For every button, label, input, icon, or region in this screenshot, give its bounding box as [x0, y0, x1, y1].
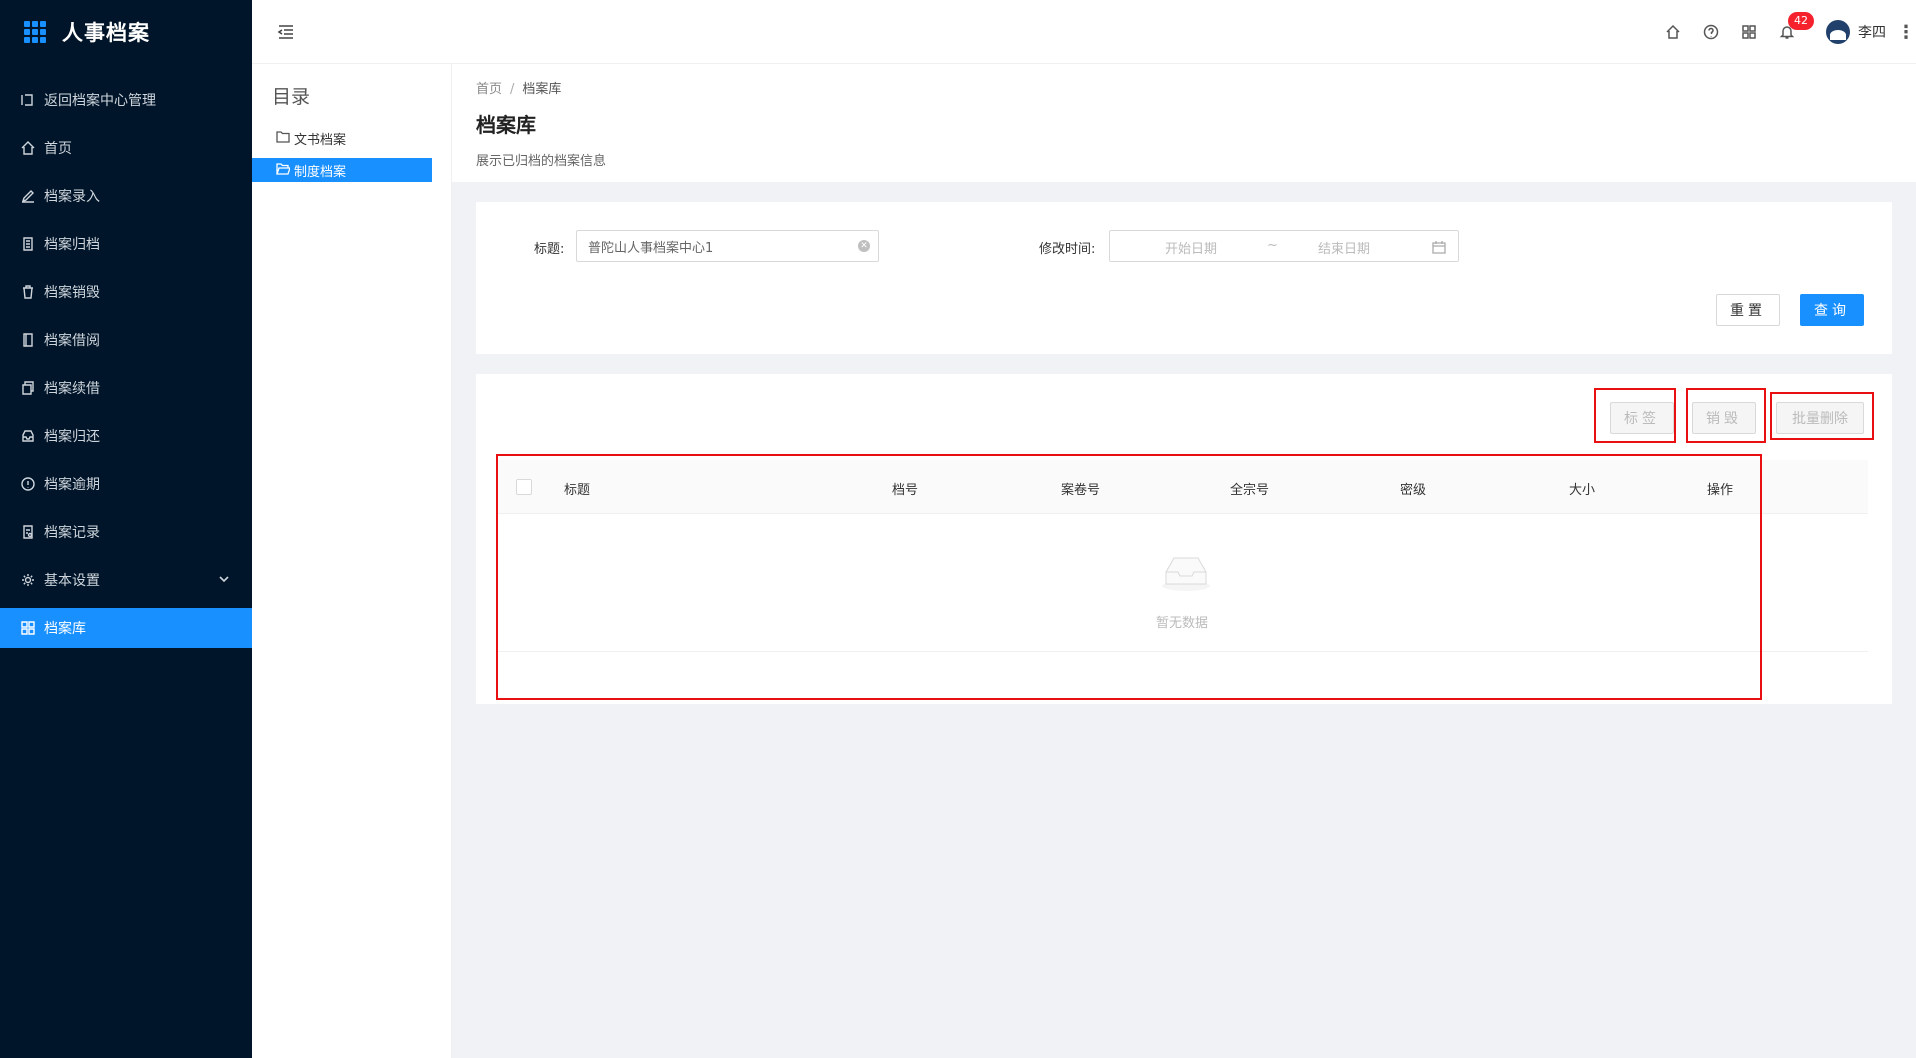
inbox-icon	[20, 428, 36, 444]
chevron-down-icon	[218, 573, 232, 587]
sidebar-item-label: 档案记录	[44, 525, 100, 541]
query-button[interactable]: 查询	[1800, 294, 1864, 326]
more-vertical-icon[interactable]: ⋮	[1896, 0, 1916, 64]
sidebar-item-return-archive[interactable]: 档案归还	[0, 416, 252, 456]
sidebar-item-label: 档案归还	[44, 429, 100, 445]
sidebar-item-label: 档案借阅	[44, 333, 100, 349]
menu-fold-icon[interactable]	[276, 22, 296, 42]
user-menu[interactable]: 李四	[1814, 0, 1896, 64]
sidebar-item-label: 首页	[44, 141, 72, 157]
breadcrumb-current: 档案库	[522, 82, 562, 97]
time-field-label: 修改时间:	[1039, 242, 1096, 257]
highlight-box-tag	[1594, 388, 1676, 443]
highlight-box-destroy	[1686, 388, 1766, 443]
folder-open-icon	[276, 163, 291, 177]
sidebar-item-label: 档案续借	[44, 381, 100, 397]
home-icon	[20, 140, 36, 156]
sidebar-item-label: 档案归档	[44, 237, 100, 253]
sidebar-item-label: 档案录入	[44, 189, 100, 205]
sidebar-item-entry[interactable]: 档案录入	[0, 176, 252, 216]
app-title: 人事档案	[62, 21, 150, 45]
tree-node-label: 文书档案	[294, 132, 347, 148]
search-form: 标题: 普陀山人事档案中心1 ✕ 修改时间: 开始日期 ~ 结束日期 重置 查询	[476, 202, 1892, 354]
home-icon[interactable]	[1654, 0, 1692, 64]
title-input[interactable]: 普陀山人事档案中心1 ✕	[576, 230, 879, 262]
range-separator: ~	[1267, 238, 1278, 253]
sidebar-item-label: 档案库	[44, 621, 86, 637]
edit-icon	[20, 188, 36, 204]
sidebar: 人事档案 返回档案中心管理 首页 档案录入 档案归档 档案销毁 档案借阅 档案续…	[0, 0, 252, 1058]
avatar	[1826, 20, 1850, 44]
return-icon	[20, 92, 36, 108]
record-icon	[20, 524, 36, 540]
tree-node-regulations[interactable]: 制度档案	[252, 158, 432, 182]
sidebar-item-renew[interactable]: 档案续借	[0, 368, 252, 408]
start-date-input[interactable]: 开始日期	[1165, 238, 1217, 257]
sidebar-item-overdue[interactable]: 档案逾期	[0, 464, 252, 504]
logo[interactable]: 人事档案	[0, 0, 252, 64]
sidebar-item-archive[interactable]: 档案归档	[0, 224, 252, 264]
catalog-tree: 目录 文书档案 制度档案	[252, 64, 452, 1058]
highlight-box-table	[496, 454, 1762, 700]
file-icon	[20, 236, 36, 252]
page-header: 首页 / 档案库 档案库 展示已归档的档案信息	[452, 64, 1916, 182]
sidebar-item-label: 档案逾期	[44, 477, 100, 493]
gear-icon	[20, 572, 36, 588]
title-input-value: 普陀山人事档案中心1	[588, 240, 714, 256]
sidebar-item-records[interactable]: 档案记录	[0, 512, 252, 552]
grid-icon	[20, 620, 36, 636]
bell-icon[interactable]: 42	[1768, 0, 1814, 64]
sidebar-menu: 返回档案中心管理 首页 档案录入 档案归档 档案销毁 档案借阅 档案续借 档案归…	[0, 80, 252, 648]
reset-button[interactable]: 重置	[1716, 294, 1780, 326]
breadcrumb-home[interactable]: 首页	[476, 82, 502, 97]
apps-icon[interactable]	[1730, 0, 1768, 64]
help-icon[interactable]	[1692, 0, 1730, 64]
folder-icon	[276, 131, 290, 145]
tree-title: 目录	[272, 86, 311, 108]
sidebar-item-destroy[interactable]: 档案销毁	[0, 272, 252, 312]
sidebar-item-settings[interactable]: 基本设置	[0, 560, 252, 600]
tree-node-documents[interactable]: 文书档案	[252, 126, 432, 150]
book-icon	[20, 332, 36, 348]
app-grid-icon	[24, 21, 46, 43]
alert-icon	[20, 476, 36, 492]
page-description: 展示已归档的档案信息	[476, 154, 607, 169]
sidebar-item-label: 基本设置	[44, 573, 100, 589]
top-header: 42 李四 ⋮	[252, 0, 1916, 64]
sidebar-item-library[interactable]: 档案库	[0, 608, 252, 648]
date-range-picker[interactable]: 开始日期 ~ 结束日期	[1109, 230, 1459, 262]
title-field-label: 标题:	[534, 242, 565, 257]
sidebar-item-label: 档案销毁	[44, 285, 100, 301]
tree-node-label: 制度档案	[294, 164, 347, 180]
clear-icon[interactable]: ✕	[858, 240, 870, 252]
username: 李四	[1858, 25, 1886, 41]
sidebar-item-home[interactable]: 首页	[0, 128, 252, 168]
header-actions: 42 李四 ⋮	[1654, 0, 1916, 64]
calendar-icon	[1432, 240, 1446, 254]
trash-icon	[20, 284, 36, 300]
highlight-box-batch-delete	[1770, 392, 1874, 440]
sidebar-item-borrow[interactable]: 档案借阅	[0, 320, 252, 360]
breadcrumb: 首页 / 档案库	[476, 82, 562, 97]
sidebar-item-label: 返回档案中心管理	[44, 93, 156, 109]
copy-icon	[20, 380, 36, 396]
page-title: 档案库	[476, 113, 536, 137]
notification-badge: 42	[1788, 12, 1814, 30]
end-date-input[interactable]: 结束日期	[1318, 238, 1370, 257]
sidebar-item-return[interactable]: 返回档案中心管理	[0, 80, 252, 120]
